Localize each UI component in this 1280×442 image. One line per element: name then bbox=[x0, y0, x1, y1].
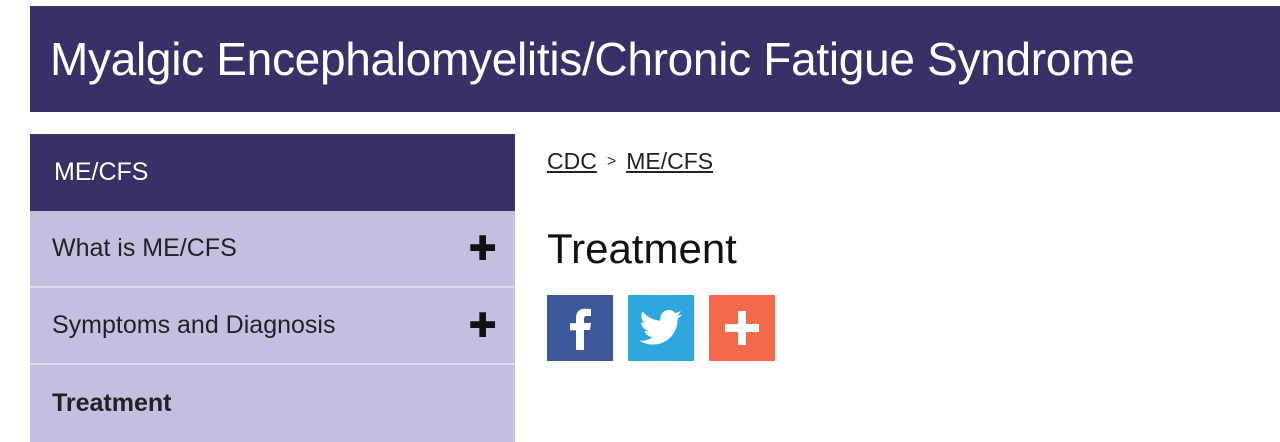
plus-icon[interactable]: ✚ bbox=[469, 232, 498, 266]
breadcrumb-separator: > bbox=[606, 152, 617, 170]
facebook-share-button[interactable] bbox=[547, 295, 613, 361]
sidebar-item-symptoms-diagnosis[interactable]: Symptoms and Diagnosis ✚ bbox=[30, 288, 515, 365]
plus-icon[interactable]: ✚ bbox=[469, 309, 498, 343]
page-title: Treatment bbox=[547, 225, 737, 272]
sidebar-item-label: Treatment bbox=[52, 389, 172, 417]
breadcrumb: CDC > ME/CFS bbox=[547, 148, 775, 175]
add-share-icon bbox=[725, 311, 759, 345]
sidebar-item-label: Symptoms and Diagnosis bbox=[52, 311, 336, 339]
sidebar-item-treatment[interactable]: Treatment bbox=[30, 365, 515, 442]
twitter-icon bbox=[639, 310, 682, 345]
breadcrumb-link-mecfs[interactable]: ME/CFS bbox=[626, 148, 713, 175]
sidebar-header[interactable]: ME/CFS bbox=[30, 134, 515, 211]
sidebar-item-what-is-mecfs[interactable]: What is ME/CFS ✚ bbox=[30, 211, 515, 288]
twitter-share-button[interactable] bbox=[628, 295, 694, 361]
social-share-bar bbox=[547, 295, 775, 361]
add-share-button[interactable] bbox=[709, 295, 775, 361]
sidebar-nav: ME/CFS What is ME/CFS ✚ Symptoms and Dia… bbox=[30, 134, 515, 442]
facebook-icon bbox=[570, 308, 591, 350]
breadcrumb-link-cdc[interactable]: CDC bbox=[547, 148, 597, 175]
site-title: Myalgic Encephalomyelitis/Chronic Fatigu… bbox=[50, 33, 1135, 85]
sidebar-item-label: What is ME/CFS bbox=[52, 234, 237, 262]
site-banner: Myalgic Encephalomyelitis/Chronic Fatigu… bbox=[30, 6, 1280, 112]
main-content: CDC > ME/CFS Treatment bbox=[547, 134, 775, 361]
